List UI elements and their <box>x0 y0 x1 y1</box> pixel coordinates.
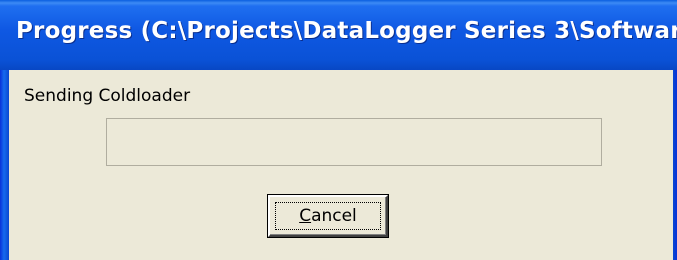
cancel-button-mnemonic: C <box>299 206 312 226</box>
window-frame-right <box>673 70 677 260</box>
status-message: Sending Coldloader <box>24 86 191 106</box>
progress-bar <box>106 118 602 166</box>
title-bar[interactable]: Progress (C:\Projects\DataLogger Series … <box>0 0 677 70</box>
cancel-button-label: ancel <box>311 206 357 226</box>
cancel-button[interactable]: Cancel <box>268 195 388 237</box>
window-title: Progress (C:\Projects\DataLogger Series … <box>16 18 677 44</box>
progress-dialog: Progress (C:\Projects\DataLogger Series … <box>0 0 677 260</box>
window-frame-left <box>0 70 9 260</box>
cancel-button-focus-rect: Cancel <box>275 202 381 230</box>
